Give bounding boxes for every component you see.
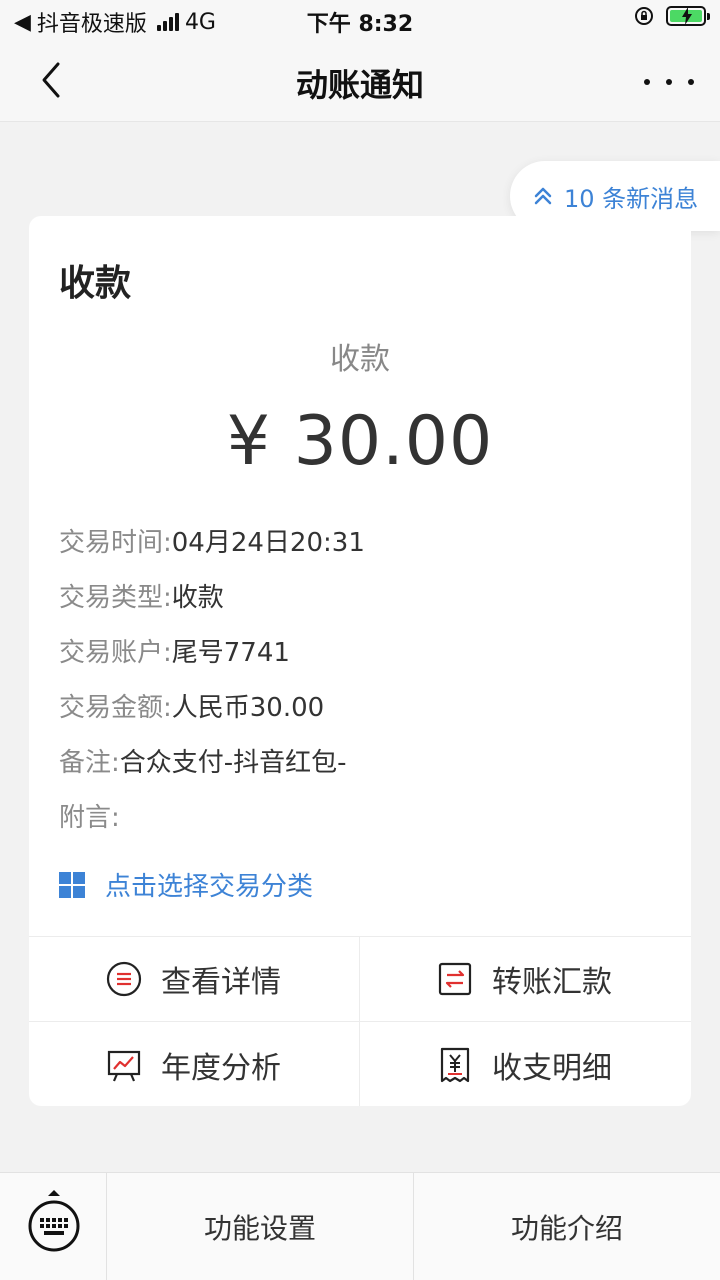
- notification-card: 收款 收款 ¥ 30.00 交易时间:04月24日20:31 交易类型:收款 交…: [29, 216, 691, 1106]
- transfer-label: 转账汇款: [492, 965, 612, 1000]
- transfer-icon: [438, 962, 472, 996]
- income-expense-button[interactable]: 收支明细: [360, 1022, 691, 1106]
- detail-row-postscript: 附言:: [59, 797, 120, 834]
- grid-icon: [59, 871, 85, 898]
- list-circle-icon: [106, 961, 142, 997]
- transfer-button[interactable]: 转账汇款: [360, 937, 691, 1022]
- detail-row-amount: 交易金额:人民币30.00: [59, 687, 324, 724]
- battery-icon: [666, 6, 710, 26]
- status-bar: ◀ 抖音极速版 4G 下午 8:32: [0, 0, 720, 40]
- function-intro-button[interactable]: 功能介绍: [414, 1173, 720, 1280]
- detail-value: 合众支付-抖音红包-: [119, 748, 347, 778]
- annual-analysis-label: 年度分析: [161, 1050, 281, 1086]
- card-title: 收款: [59, 263, 132, 304]
- detail-value: 人民币30.00: [171, 693, 325, 723]
- receipt-icon: [440, 1047, 470, 1082]
- more-icon[interactable]: [644, 62, 694, 102]
- function-settings-button[interactable]: 功能设置: [107, 1173, 414, 1280]
- view-details-label: 查看详情: [161, 965, 281, 1000]
- income-expense-label: 收支明细: [492, 1050, 612, 1086]
- annual-analysis-button[interactable]: 年度分析: [29, 1022, 360, 1106]
- new-messages-label: 10 条新消息: [564, 184, 699, 213]
- select-category-link[interactable]: 点击选择交易分类: [59, 866, 313, 903]
- detail-key: 交易类型:: [59, 583, 172, 613]
- bottom-bar: 功能设置 功能介绍: [0, 1172, 720, 1280]
- double-chevron-up-icon: [534, 187, 552, 205]
- rotation-lock-icon: [635, 7, 653, 25]
- select-category-label: 点击选择交易分类: [105, 872, 314, 902]
- detail-value: 04月24日20:31: [171, 528, 365, 558]
- detail-row-remark: 备注:合众支付-抖音红包-: [59, 742, 347, 779]
- detail-row-time: 交易时间:04月24日20:31: [59, 522, 365, 559]
- detail-key: 附言:: [59, 803, 120, 833]
- action-grid: 查看详情 转账汇款 年度分析 收支明细: [29, 936, 691, 1106]
- detail-row-type: 交易类型:收款: [59, 577, 224, 614]
- chart-board-icon: [107, 1050, 141, 1081]
- keyboard-button[interactable]: [0, 1173, 107, 1280]
- status-time: 下午 8:32: [306, 12, 414, 37]
- status-right: [634, 6, 710, 26]
- keyboard-icon: [28, 1190, 80, 1252]
- detail-value: 尾号7741: [171, 638, 290, 668]
- view-details-button[interactable]: 查看详情: [29, 937, 360, 1022]
- transaction-type-heading: 收款: [330, 342, 390, 377]
- amount: ¥ 30.00: [226, 402, 494, 481]
- nav-bar: 动账通知: [0, 40, 720, 122]
- page-title: 动账通知: [295, 66, 424, 104]
- detail-key: 交易账户:: [59, 638, 172, 668]
- detail-key: 交易金额:: [59, 693, 172, 723]
- detail-value: 收款: [171, 583, 224, 613]
- detail-row-account: 交易账户:尾号7741: [59, 632, 290, 669]
- detail-key: 备注:: [59, 748, 120, 778]
- detail-key: 交易时间:: [59, 528, 172, 558]
